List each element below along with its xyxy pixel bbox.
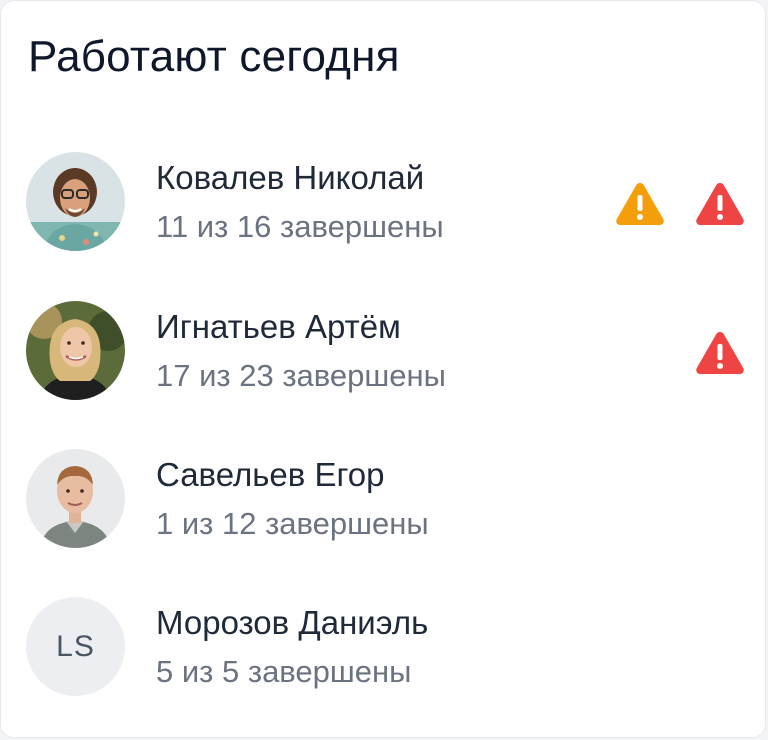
employee-progress: 17 из 23 завершены bbox=[156, 358, 446, 393]
card-title: Работают сегодня bbox=[28, 32, 400, 81]
avatar-initials: LS bbox=[26, 597, 125, 696]
employee-progress: 1 из 12 завершены bbox=[156, 506, 429, 541]
employee-row[interactable]: Савельев Егор 1 из 12 завершены bbox=[1, 449, 767, 549]
employee-row[interactable]: Ковалев Николай 11 из 16 завершены bbox=[1, 152, 767, 252]
warning-orange-icon[interactable] bbox=[614, 180, 666, 226]
employee-name: Игнатьев Артём bbox=[156, 308, 401, 345]
employee-row[interactable]: Игнатьев Артём 17 из 23 завершены bbox=[1, 301, 767, 401]
employee-name: Морозов Даниэль bbox=[156, 604, 429, 641]
employee-name: Савельев Егор bbox=[156, 456, 385, 493]
employee-name: Ковалев Николай bbox=[156, 159, 425, 196]
employee-row[interactable]: LS Морозов Даниэль 5 из 5 завершены bbox=[1, 597, 767, 697]
working-today-card: Работают сегодня Ковалев Николай 11 из 1… bbox=[0, 0, 766, 738]
warning-red-icon[interactable] bbox=[694, 329, 746, 375]
employee-progress: 11 из 16 завершены bbox=[156, 209, 444, 244]
avatar bbox=[26, 449, 125, 548]
employee-progress: 5 из 5 завершены bbox=[156, 654, 412, 689]
avatar bbox=[26, 152, 125, 251]
avatar bbox=[26, 301, 125, 400]
warning-red-icon[interactable] bbox=[694, 180, 746, 226]
